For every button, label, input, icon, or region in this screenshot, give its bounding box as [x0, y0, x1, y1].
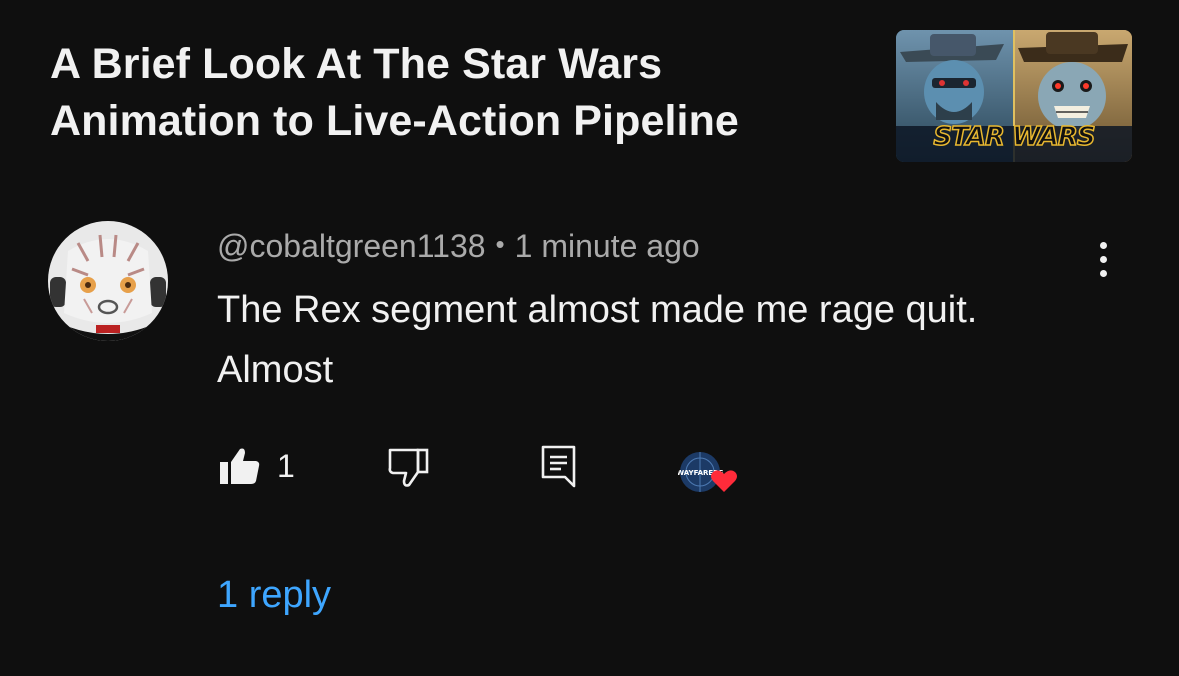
dislike-button[interactable]	[385, 446, 431, 488]
comment-text: The Rex segment almost made me rage quit…	[217, 289, 978, 391]
comment-author[interactable]: @cobaltgreen1138	[217, 228, 486, 264]
heart-icon	[711, 470, 737, 492]
video-thumbnail[interactable]: STAR WARS	[896, 30, 1132, 162]
thumbs-up-icon	[220, 448, 260, 484]
star-wars-logo: STAR WARS	[933, 121, 1097, 153]
inquisitor-avatar-icon	[48, 221, 168, 341]
comment-reply-icon	[541, 445, 576, 488]
comment-timestamp: 1 minute ago	[514, 228, 700, 264]
reply-button[interactable]	[539, 444, 579, 488]
creator-heart-badge: WAYFARERS	[676, 452, 740, 496]
meta-separator: •	[495, 229, 505, 259]
video-title[interactable]: A Brief Look At The Star Wars Animation …	[50, 36, 850, 150]
like-count: 1	[277, 448, 295, 484]
like-button[interactable]	[218, 446, 262, 488]
thumbs-down-icon	[388, 448, 429, 487]
replies-link[interactable]: 1 reply	[217, 572, 331, 618]
avatar[interactable]	[48, 221, 168, 341]
comment-meta: @cobaltgreen1138 • 1 minute ago	[217, 226, 700, 268]
comment-view: A Brief Look At The Star Wars Animation …	[0, 0, 1179, 676]
more-options-button[interactable]	[1085, 238, 1123, 282]
